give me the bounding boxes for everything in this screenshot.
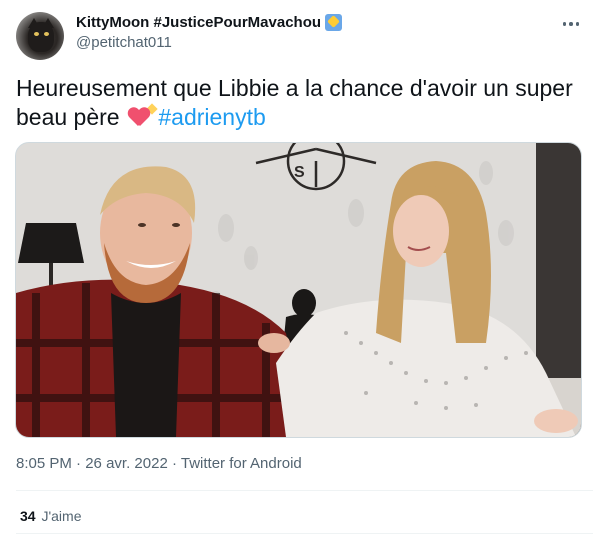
more-icon xyxy=(562,22,567,26)
hashtag-link[interactable]: #adrienytb xyxy=(158,104,265,130)
tweet-body: Heureusement que Libbie a la chance d'av… xyxy=(16,75,573,130)
divider xyxy=(16,490,593,491)
sparkling-heart-icon xyxy=(128,103,158,127)
author-display-name[interactable]: KittyMoon #JusticePourMavachou xyxy=(76,14,321,31)
likes-label: J'aime xyxy=(41,508,82,524)
svg-text:S: S xyxy=(294,164,305,181)
shooting-star-emoji-icon xyxy=(325,13,343,31)
more-options-button[interactable] xyxy=(560,14,582,34)
likes-count-link[interactable]: 34 J'aime xyxy=(20,508,82,524)
likes-count: 34 xyxy=(20,508,36,524)
meta-separator: · xyxy=(71,455,86,472)
tweet-time[interactable]: 8:05 PM xyxy=(16,455,72,472)
tweet-date[interactable]: 26 avr. 2022 xyxy=(85,455,168,472)
tweet-text: Heureusement que Libbie a la chance d'av… xyxy=(16,74,586,132)
author-handle[interactable]: @petitchat011 xyxy=(76,34,172,51)
tweet: KittyMoon #JusticePourMavachou @petitcha… xyxy=(0,0,609,534)
author-name-line[interactable]: KittyMoon #JusticePourMavachou xyxy=(76,12,343,32)
meta-separator: · xyxy=(167,455,181,472)
avatar[interactable] xyxy=(16,12,64,60)
tweet-source[interactable]: Twitter for Android xyxy=(181,455,302,472)
tweet-meta: 8:05 PM · 26 avr. 2022 · Twitter for And… xyxy=(16,455,302,472)
tweet-photo[interactable]: S xyxy=(15,142,582,438)
